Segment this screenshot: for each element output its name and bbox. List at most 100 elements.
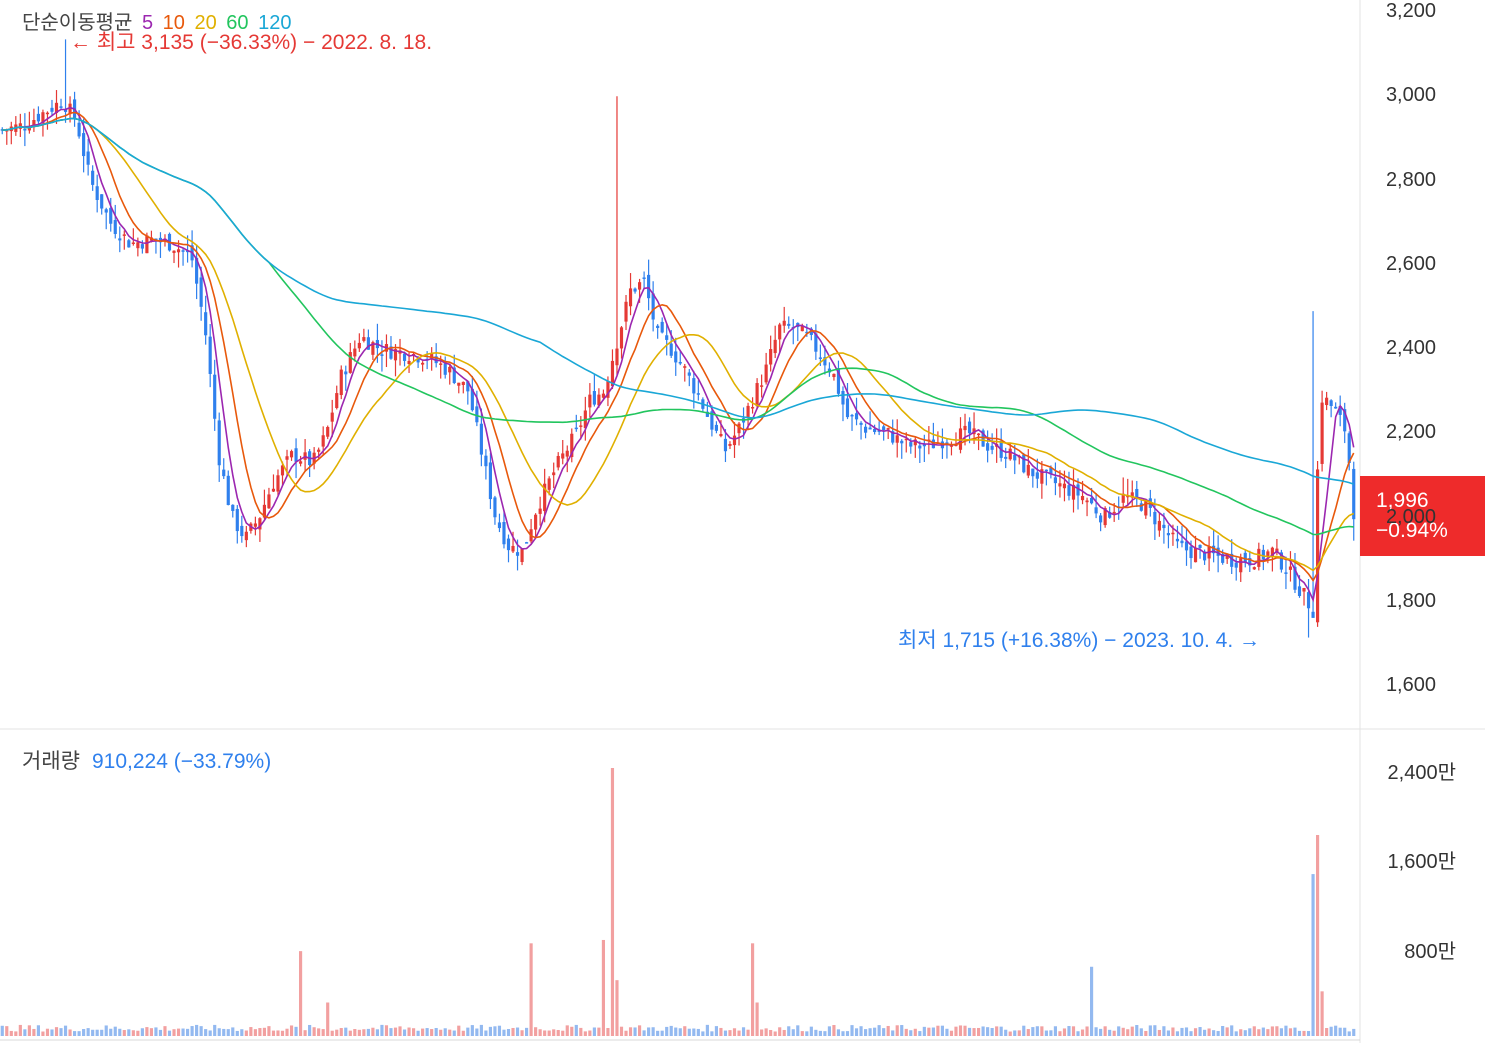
candle-body <box>82 133 86 157</box>
volume-bar <box>375 1029 380 1036</box>
candle-body <box>217 420 221 466</box>
volume-bar <box>1261 1027 1265 1036</box>
candle-body <box>484 455 488 467</box>
candle-body <box>642 277 646 279</box>
volume-bar <box>800 1031 804 1036</box>
volume-tick-label: 1,600만 <box>1387 851 1456 874</box>
volume-bar <box>1085 1026 1089 1036</box>
volume-bar <box>995 1026 999 1036</box>
volume-bar <box>416 1030 420 1036</box>
candle-body <box>448 366 452 373</box>
candle-body <box>1180 540 1184 544</box>
volume-bar <box>601 939 606 1036</box>
candle-body <box>714 424 719 431</box>
volume-bar <box>68 1029 72 1036</box>
volume-bar <box>1347 1031 1351 1036</box>
volume-bar <box>23 1029 27 1036</box>
volume-bar <box>615 980 619 1036</box>
candle-body <box>27 127 31 131</box>
volume-bar <box>1135 1025 1139 1036</box>
volume-bar <box>506 1029 511 1036</box>
volume-bar <box>1266 1029 1270 1036</box>
volume-bar <box>805 1031 809 1036</box>
candle-body <box>330 412 334 422</box>
candle-body <box>344 371 348 375</box>
candle-body <box>23 128 27 131</box>
candle-body <box>1112 511 1116 514</box>
candle-body <box>565 450 569 457</box>
volume-bar <box>827 1026 832 1036</box>
volume-bar <box>665 1026 669 1036</box>
candle-body <box>967 421 972 434</box>
candle-body <box>45 112 50 115</box>
volume-bar <box>1239 1029 1243 1036</box>
volume-bar <box>1297 1030 1302 1036</box>
volume-bar <box>389 1028 393 1036</box>
volume-bar <box>253 1029 257 1036</box>
volume-bar <box>637 1025 642 1036</box>
volume-bar <box>271 1030 276 1036</box>
candle-body <box>1306 592 1311 609</box>
volume-bar <box>986 1027 990 1036</box>
volume-bar <box>1198 1027 1202 1036</box>
volume-bar <box>190 1026 194 1036</box>
volume-bar <box>561 1030 565 1036</box>
volume-bar <box>1130 1026 1134 1036</box>
volume-bar <box>927 1027 931 1036</box>
volume-bar <box>244 1030 248 1036</box>
candle-body <box>402 353 407 361</box>
volume-bar <box>1193 1028 1198 1036</box>
volume-bar <box>877 1025 881 1036</box>
candle-body <box>439 363 443 365</box>
candle-body <box>859 422 863 425</box>
candle-body <box>1022 454 1026 473</box>
volume-bar <box>1248 1028 1252 1036</box>
candle-body <box>127 240 131 248</box>
volume-bar <box>1166 1030 1171 1036</box>
volume-bar <box>213 1024 217 1036</box>
candle-body <box>1144 500 1148 516</box>
volume-bar <box>972 1028 976 1036</box>
volume-bar <box>1157 1029 1161 1036</box>
volume-bar <box>687 1028 691 1036</box>
candle-body <box>723 438 728 452</box>
volume-bar <box>357 1029 361 1036</box>
volume-bar <box>109 1028 113 1036</box>
candle-body <box>651 293 655 320</box>
volume-bar <box>1053 1026 1058 1036</box>
volume-bar <box>493 1026 497 1036</box>
volume-bar <box>1216 1031 1220 1036</box>
volume-bar <box>1207 1028 1211 1036</box>
candle-body <box>615 348 619 366</box>
volume-bar <box>882 1028 886 1036</box>
volume-bar <box>891 1030 895 1036</box>
volume-bar <box>760 1029 764 1036</box>
volume-bar <box>470 1025 474 1036</box>
volume-bar <box>981 1026 985 1036</box>
volume-bar <box>958 1025 963 1036</box>
price-tick-label: 2,600 <box>1385 252 1436 275</box>
volume-bar <box>1108 1029 1112 1036</box>
candle-body <box>755 383 759 407</box>
candle-body <box>850 414 854 417</box>
volume-bar <box>918 1031 922 1036</box>
candle-body <box>669 343 673 356</box>
volume-bar <box>1212 1030 1216 1036</box>
high-annotation: ← 최고 3,135 (−36.33%) − 2022. 8. 18. <box>70 31 433 54</box>
candle-body <box>1334 406 1338 409</box>
candle-body <box>1284 572 1288 574</box>
candle-body <box>77 122 81 137</box>
candle-body <box>1352 468 1356 520</box>
candle-body <box>1153 511 1157 525</box>
volume-bar <box>439 1029 443 1036</box>
volume-bar <box>5 1026 9 1036</box>
volume-bar <box>556 1030 560 1036</box>
price-tick-label: 3,000 <box>1385 84 1436 107</box>
volume-bar <box>1288 1028 1293 1036</box>
volume-bar <box>1148 1025 1152 1036</box>
candle-body <box>692 378 696 394</box>
volume-bar <box>534 1027 538 1036</box>
volume-bar <box>818 1030 822 1036</box>
volume-bar <box>705 1024 709 1036</box>
volume-bar <box>280 1030 285 1036</box>
